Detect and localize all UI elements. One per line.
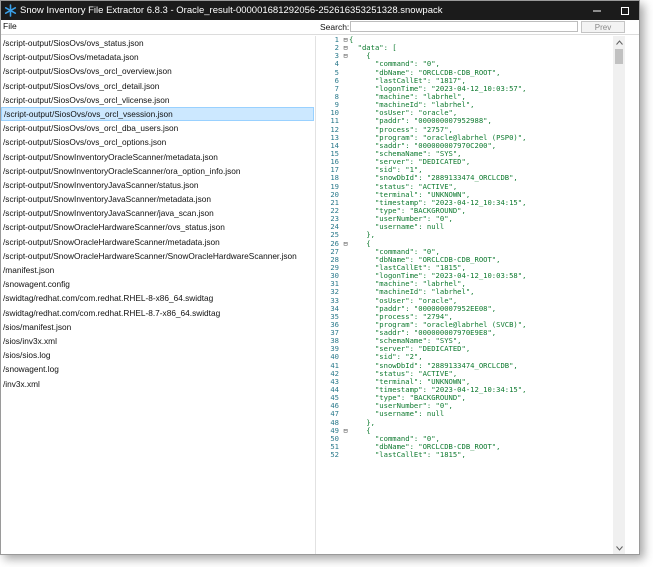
fold-toggle[interactable] bbox=[342, 191, 349, 199]
file-list-item[interactable]: /script-output/SnowInventoryJavaScanner/… bbox=[1, 206, 314, 220]
fold-toggle[interactable] bbox=[342, 158, 349, 166]
fold-toggle[interactable] bbox=[342, 337, 349, 345]
file-list-item[interactable]: /script-output/SnowInventoryOracleScanne… bbox=[1, 150, 314, 164]
fold-toggle[interactable] bbox=[342, 443, 349, 451]
file-list-item[interactable]: /inv3x.xml bbox=[1, 377, 314, 391]
search-input[interactable] bbox=[350, 21, 578, 32]
file-list-item[interactable]: /script-output/SiosOvs/ovs_orcl_detail.j… bbox=[1, 79, 314, 93]
file-list-item[interactable]: /script-output/SnowInventoryJavaScanner/… bbox=[1, 192, 314, 206]
search-label: Search: bbox=[320, 22, 350, 32]
fold-toggle[interactable] bbox=[342, 402, 349, 410]
maximize-icon bbox=[621, 6, 629, 15]
fold-toggle[interactable]: ⊟ bbox=[342, 426, 349, 435]
file-list-item[interactable]: /script-output/SnowOracleHardwareScanner… bbox=[1, 249, 314, 263]
fold-toggle[interactable] bbox=[342, 150, 349, 158]
fold-toggle[interactable] bbox=[342, 264, 349, 272]
file-list-item[interactable]: /swidtag/redhat.com/com.redhat.RHEL-8.7-… bbox=[1, 306, 314, 320]
fold-toggle[interactable] bbox=[342, 297, 349, 305]
title-bar[interactable]: Snow Inventory File Extractor 6.8.3 - Or… bbox=[1, 1, 639, 20]
file-list-item[interactable]: /script-output/SiosOvs/ovs_status.json bbox=[1, 36, 314, 50]
file-list-item[interactable]: /script-output/SnowOracleHardwareScanner… bbox=[1, 235, 314, 249]
fold-toggle[interactable] bbox=[342, 109, 349, 117]
app-window: Snow Inventory File Extractor 6.8.3 - Or… bbox=[0, 0, 640, 555]
file-list-item[interactable]: /sios/inv3x.xml bbox=[1, 334, 314, 348]
scroll-thumb[interactable] bbox=[615, 49, 623, 64]
file-list-item[interactable]: /script-output/SiosOvs/ovs_orcl_overview… bbox=[1, 64, 314, 78]
fold-toggle[interactable] bbox=[342, 362, 349, 370]
chevron-down-icon bbox=[615, 545, 623, 551]
fold-toggle[interactable] bbox=[342, 305, 349, 313]
prev-button[interactable]: Prev bbox=[581, 21, 625, 33]
minimize-button[interactable] bbox=[583, 1, 611, 20]
fold-toggle[interactable] bbox=[342, 386, 349, 394]
scroll-up-button[interactable] bbox=[613, 36, 625, 48]
fold-toggle[interactable] bbox=[342, 223, 349, 231]
file-list-item[interactable]: /script-output/SiosOvs/ovs_orcl_dba_user… bbox=[1, 121, 314, 135]
fold-toggle[interactable] bbox=[342, 174, 349, 182]
fold-toggle[interactable] bbox=[342, 166, 349, 174]
toolbar: File Search: Prev bbox=[1, 20, 639, 35]
fold-toggle[interactable] bbox=[342, 256, 349, 264]
fold-toggle[interactable] bbox=[342, 60, 349, 68]
file-list-item[interactable]: /sios/manifest.json bbox=[1, 320, 314, 334]
file-list-item[interactable]: /sios/sios.log bbox=[1, 348, 314, 362]
fold-toggle[interactable] bbox=[342, 394, 349, 402]
fold-toggle[interactable] bbox=[342, 101, 349, 109]
fold-toggle[interactable] bbox=[342, 288, 349, 296]
fold-toggle[interactable] bbox=[342, 134, 349, 142]
file-list-item[interactable]: /snowagent.log bbox=[1, 362, 314, 376]
json-viewer[interactable]: 1 ⊟{2 ⊟ "data": [3 ⊟ {4 "command": "0", 5 "d… bbox=[319, 36, 613, 554]
file-list-item[interactable]: /script-output/SnowInventoryOracleScanne… bbox=[1, 164, 314, 178]
file-menu[interactable]: File bbox=[3, 21, 17, 31]
file-list-item[interactable]: /manifest.json bbox=[1, 263, 314, 277]
fold-toggle[interactable] bbox=[342, 199, 349, 207]
file-list-item[interactable]: /script-output/SnowInventoryJavaScanner/… bbox=[1, 178, 314, 192]
fold-toggle[interactable] bbox=[342, 248, 349, 256]
fold-toggle[interactable] bbox=[342, 77, 349, 85]
fold-toggle[interactable] bbox=[342, 69, 349, 77]
fold-toggle[interactable] bbox=[342, 353, 349, 361]
file-list-item[interactable]: /snowagent.config bbox=[1, 277, 314, 291]
fold-toggle[interactable] bbox=[342, 142, 349, 150]
fold-toggle[interactable] bbox=[342, 215, 349, 223]
fold-toggle[interactable] bbox=[342, 345, 349, 353]
fold-toggle[interactable] bbox=[342, 451, 349, 459]
fold-toggle[interactable] bbox=[342, 370, 349, 378]
file-list-item[interactable]: /swidtag/redhat.com/com.redhat.RHEL-8-x8… bbox=[1, 291, 314, 305]
pane-splitter[interactable] bbox=[315, 36, 316, 554]
editor-scrollbar[interactable] bbox=[613, 36, 625, 554]
file-list-item[interactable]: /script-output/SnowOracleHardwareScanner… bbox=[1, 220, 314, 234]
fold-toggle[interactable]: ⊟ bbox=[342, 239, 349, 248]
fold-toggle[interactable] bbox=[342, 410, 349, 418]
fold-toggle[interactable] bbox=[342, 272, 349, 280]
file-list-item[interactable]: /script-output/SiosOvs/ovs_orcl_vsession… bbox=[1, 106, 314, 122]
code-text: "lastCallEt": "1815", bbox=[349, 450, 466, 460]
file-list-item[interactable]: /script-output/SiosOvs/ovs_orcl_vlicense… bbox=[1, 93, 314, 107]
snowflake-icon bbox=[3, 4, 17, 18]
fold-toggle[interactable] bbox=[342, 117, 349, 125]
scroll-down-button[interactable] bbox=[613, 542, 625, 554]
fold-toggle[interactable] bbox=[342, 313, 349, 321]
fold-toggle[interactable] bbox=[342, 207, 349, 215]
file-list-item[interactable]: /script-output/SiosOvs/metadata.json bbox=[1, 50, 314, 64]
fold-toggle[interactable] bbox=[342, 321, 349, 329]
fold-toggle[interactable] bbox=[342, 329, 349, 337]
fold-toggle[interactable] bbox=[342, 435, 349, 443]
maximize-button[interactable] bbox=[611, 1, 639, 20]
line-number: 52 bbox=[330, 450, 339, 460]
fold-toggle[interactable] bbox=[342, 85, 349, 93]
chevron-up-icon bbox=[615, 39, 623, 45]
fold-toggle[interactable] bbox=[342, 280, 349, 288]
fold-toggle[interactable] bbox=[342, 126, 349, 134]
fold-toggle[interactable] bbox=[342, 93, 349, 101]
file-list-item[interactable]: /script-output/SiosOvs/ovs_orcl_options.… bbox=[1, 135, 314, 149]
file-list: /script-output/SiosOvs/ovs_status.json/s… bbox=[1, 36, 314, 554]
code-line: 52 "lastCallEt": "1815", bbox=[319, 451, 613, 459]
fold-toggle[interactable] bbox=[342, 378, 349, 386]
fold-toggle[interactable]: ⊟ bbox=[342, 52, 349, 60]
window-title: Snow Inventory File Extractor 6.8.3 - Or… bbox=[20, 5, 443, 16]
minimize-icon bbox=[593, 10, 601, 11]
fold-toggle[interactable] bbox=[342, 183, 349, 191]
